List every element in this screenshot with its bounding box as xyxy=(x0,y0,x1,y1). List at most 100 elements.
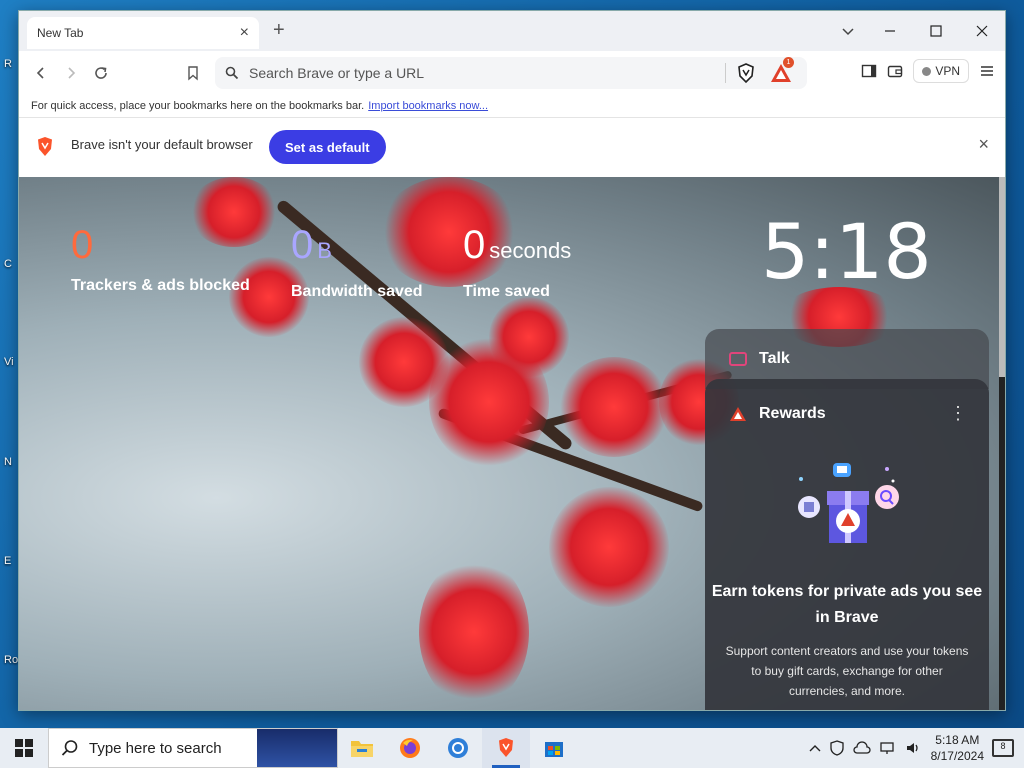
infobar-text: Brave isn't your default browser xyxy=(71,137,253,152)
search-highlight-image xyxy=(257,729,337,767)
reload-button[interactable] xyxy=(89,61,113,85)
bandwidth-label: Bandwidth saved xyxy=(291,283,423,300)
taskbar-search-placeholder: Type here to search xyxy=(89,739,222,757)
maximize-icon xyxy=(930,25,942,37)
security-shield-icon[interactable] xyxy=(829,740,845,756)
forward-arrow-icon xyxy=(68,67,76,79)
store-button[interactable] xyxy=(530,728,578,768)
sidebar-icon[interactable] xyxy=(861,63,877,79)
chevron-up-icon[interactable] xyxy=(809,743,821,753)
rewards-badge: 1 xyxy=(783,57,794,68)
vpn-status-icon xyxy=(922,66,932,76)
clock-area[interactable]: 5:18 AM 8/17/2024 xyxy=(931,732,984,764)
desktop-icon-label[interactable]: Ro xyxy=(4,654,18,666)
title-bar: New Tab × + xyxy=(19,11,1005,51)
clock: 5:18 xyxy=(761,207,932,296)
wallet-icon[interactable] xyxy=(887,63,903,79)
trackers-count: 0 xyxy=(71,223,94,267)
page-scrollbar[interactable] xyxy=(999,177,1005,710)
stat-trackers: 0 Trackers & ads blocked xyxy=(71,223,250,295)
toolbar: Search Brave or type a URL 1 VPN xyxy=(19,51,1005,95)
default-browser-infobar: Brave isn't your default browser Set as … xyxy=(19,117,1005,177)
search-icon xyxy=(225,66,239,80)
system-tray: 5:18 AM 8/17/2024 8 xyxy=(809,728,1024,768)
desktop-icon-label[interactable]: C xyxy=(4,258,12,270)
bookmark-icon xyxy=(188,66,198,81)
network-icon[interactable] xyxy=(879,741,897,755)
new-tab-button[interactable]: + xyxy=(273,19,285,42)
minimize-button[interactable] xyxy=(867,11,913,51)
new-tab-page: 0 Trackers & ads blocked 0B Bandwidth sa… xyxy=(19,177,1005,710)
rewards-widget: Rewards ⋮ Earn tokens for private ads yo… xyxy=(705,379,989,710)
chevron-down-icon xyxy=(842,28,854,36)
taskbar-date: 8/17/2024 xyxy=(930,749,984,763)
background-blossom xyxy=(489,297,569,377)
taskbar: Type here to search 5:18 AM 8/17/2024 8 xyxy=(0,728,1024,768)
background-blossom xyxy=(559,357,669,457)
taskbar-search[interactable]: Type here to search xyxy=(48,728,338,768)
start-button[interactable] xyxy=(0,728,48,768)
desktop-icon-label[interactable]: N xyxy=(4,456,12,468)
menu-icon[interactable] xyxy=(979,63,995,79)
tab-close-icon[interactable]: × xyxy=(240,24,249,42)
talk-icon xyxy=(729,352,747,366)
rewards-menu-icon[interactable]: ⋮ xyxy=(949,403,967,424)
search-icon xyxy=(61,740,78,756)
forward-button[interactable] xyxy=(59,61,83,85)
bandwidth-value: 0 xyxy=(291,223,314,267)
rewards-title: Rewards xyxy=(759,405,826,422)
chrome-icon xyxy=(448,738,468,758)
brave-icon xyxy=(499,738,513,757)
scroll-thumb[interactable] xyxy=(999,177,1005,377)
bandwidth-unit: B xyxy=(317,238,332,263)
brave-shields-icon[interactable] xyxy=(735,62,757,84)
minimize-icon xyxy=(885,30,895,32)
stat-time: 0 seconds Time saved xyxy=(463,223,571,301)
close-icon xyxy=(976,25,988,37)
import-bookmarks-link[interactable]: Import bookmarks now... xyxy=(368,100,488,112)
file-explorer-button[interactable] xyxy=(338,728,386,768)
back-button[interactable] xyxy=(29,61,53,85)
brave-taskbar-button[interactable] xyxy=(482,728,530,768)
volume-icon[interactable] xyxy=(905,741,923,755)
address-bar[interactable]: Search Brave or type a URL 1 xyxy=(215,57,807,89)
infobar-close-icon[interactable]: × xyxy=(978,134,989,155)
toolbar-right: VPN xyxy=(861,59,995,83)
tab-new-tab[interactable]: New Tab × xyxy=(27,17,259,49)
address-bar-placeholder: Search Brave or type a URL xyxy=(249,65,425,81)
time-saved-label: Time saved xyxy=(463,283,550,300)
close-window-button[interactable] xyxy=(959,11,1005,51)
tab-search-button[interactable] xyxy=(825,11,871,51)
rewards-triangle-icon xyxy=(730,407,746,421)
notification-count: 8 xyxy=(1000,741,1006,751)
rewards-description: Support content creators and use your to… xyxy=(725,644,969,698)
brave-logo-icon xyxy=(38,137,52,156)
divider xyxy=(725,63,726,83)
time-saved-value: 0 xyxy=(463,223,486,267)
firefox-button[interactable] xyxy=(386,728,434,768)
talk-title: Talk xyxy=(759,350,790,367)
background-blossom xyxy=(419,557,529,707)
rewards-gift-illustration xyxy=(798,463,899,543)
desktop-icon-label[interactable]: Vi xyxy=(4,356,14,368)
trackers-label: Trackers & ads blocked xyxy=(71,277,250,294)
windows-logo-icon xyxy=(15,739,33,757)
desktop-icon-label[interactable]: R xyxy=(4,58,12,70)
store-icon xyxy=(545,742,563,757)
bookmark-button[interactable] xyxy=(181,61,205,85)
bookmarks-bar: For quick access, place your bookmarks h… xyxy=(19,95,1005,117)
rewards-heading: Earn tokens for private ads you see in B… xyxy=(711,583,983,626)
vpn-button[interactable]: VPN xyxy=(913,59,969,83)
time-saved-unit: seconds xyxy=(489,238,572,263)
maximize-button[interactable] xyxy=(913,11,959,51)
vpn-label: VPN xyxy=(935,64,960,78)
taskbar-time: 5:18 AM xyxy=(935,733,980,747)
set-as-default-button[interactable]: Set as default xyxy=(269,130,386,164)
notifications-icon[interactable]: 8 xyxy=(992,739,1014,757)
firefox-icon xyxy=(400,738,420,758)
folder-icon xyxy=(351,741,373,757)
desktop-icon-label[interactable]: E xyxy=(4,555,11,567)
chrome-button[interactable] xyxy=(434,728,482,768)
back-arrow-icon xyxy=(36,67,44,79)
cloud-icon[interactable] xyxy=(853,741,871,755)
